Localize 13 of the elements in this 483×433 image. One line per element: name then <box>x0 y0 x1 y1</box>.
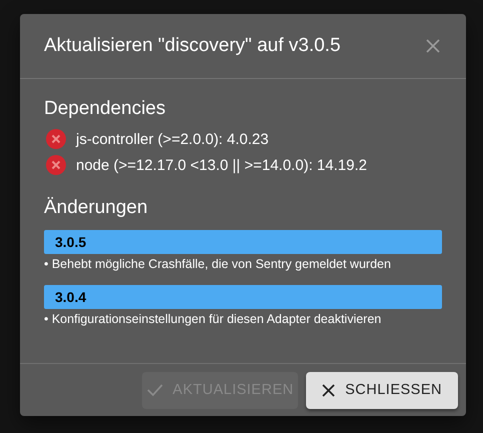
check-icon <box>146 383 163 397</box>
close-icon <box>322 384 336 396</box>
section-heading: Dependencies <box>44 98 166 120</box>
dependency-text: js-controller (>=2.0.0): 4.0.23 <box>76 130 269 148</box>
close-icon[interactable] <box>426 39 440 53</box>
change-note: • Behebt mögliche Crashfälle, die von Sentry gemeldet wurden <box>44 257 391 271</box>
section-heading: Änderungen <box>44 197 148 219</box>
change-note: • Konfigurationseinstellungen für diesen Adapter deaktivieren <box>44 312 382 326</box>
version-bar: 3.0.4 <box>44 285 442 309</box>
dialog-title: Aktualisieren "discovery" auf v3.0.5 <box>44 35 341 57</box>
dependency-text: node (>=12.17.0 <13.0 || >=14.0.0): 14.19.2 <box>76 156 367 174</box>
close-button[interactable]: SCHLIESSEN <box>306 372 458 408</box>
version-bar: 3.0.5 <box>44 230 442 254</box>
